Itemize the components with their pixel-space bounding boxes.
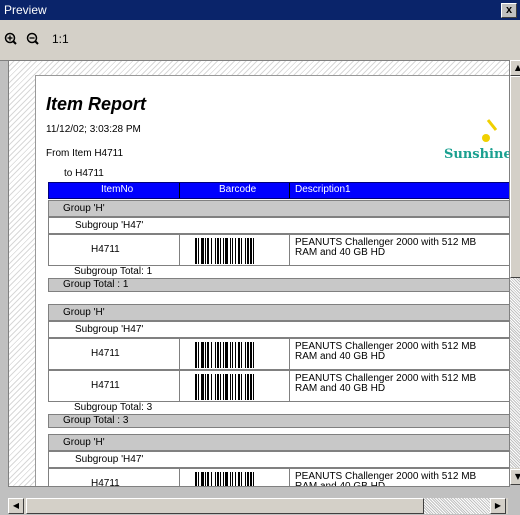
- horizontal-scroll-track[interactable]: [424, 498, 490, 514]
- window-title: Preview: [4, 3, 47, 17]
- vertical-scroll-thumb[interactable]: [510, 76, 520, 278]
- report-page: Item Report 11/12/02; 3:03:28 PM From It…: [35, 75, 510, 487]
- horizontal-scrollbar[interactable]: ◀ ▶: [8, 498, 508, 514]
- scroll-right-button[interactable]: ▶: [490, 498, 506, 514]
- barcode-image: [195, 374, 254, 400]
- barcode-image: [195, 472, 254, 486]
- barcode-image: [195, 342, 254, 368]
- table-row: H4711 PEANUTS Challenger 2000 with 512 M…: [48, 370, 509, 402]
- toolbar: 1:1: [0, 20, 520, 61]
- sunshine-logo: Sunshine: [444, 119, 510, 162]
- report-from: From Item H4711: [46, 148, 124, 159]
- item-description: PEANUTS Challenger 2000 with 512 MB RAM a…: [295, 471, 477, 487]
- item-description: PEANUTS Challenger 2000 with 512 MB RAM a…: [295, 373, 477, 394]
- vertical-scrollbar[interactable]: ▲ ▼: [510, 60, 520, 485]
- table-row: H4711 PEANUTS Challenger 2000 with 512 M…: [48, 234, 509, 266]
- report-title: Item Report: [46, 94, 147, 114]
- subgroup-total-row: Subgroup Total: 3: [48, 402, 509, 414]
- table-row: H4711 PEANUTS Challenger 2000 with 512 M…: [48, 468, 509, 487]
- scroll-down-button[interactable]: ▼: [510, 469, 520, 485]
- column-header-barcode: Barcode: [219, 184, 257, 195]
- preview-viewport[interactable]: Item Report 11/12/02; 3:03:28 PM From It…: [8, 60, 510, 487]
- report-date: 11/12/02; 3:03:28 PM: [46, 124, 141, 135]
- group-total-row: Group Total : 1: [48, 278, 509, 292]
- barcode-image: [195, 238, 254, 264]
- horizontal-scroll-thumb[interactable]: [26, 498, 424, 514]
- zoom-out-button[interactable]: [26, 32, 46, 50]
- scroll-up-button[interactable]: ▲: [510, 60, 520, 76]
- table-row: H4711 PEANUTS Challenger 2000 with 512 M…: [48, 338, 509, 370]
- zoom-in-icon: [4, 32, 17, 45]
- group-row: Group 'H': [48, 434, 509, 451]
- title-bar: Preview x: [0, 0, 520, 20]
- close-button[interactable]: x: [501, 3, 517, 18]
- table-header: ItemNo Barcode Description1: [48, 182, 509, 199]
- subgroup-row: Subgroup 'H47': [48, 217, 509, 234]
- column-header-description: Description1: [295, 184, 351, 195]
- zoom-out-icon: [26, 32, 39, 45]
- group-row: Group 'H': [48, 304, 509, 321]
- subgroup-total-row: Subgroup Total: 1: [48, 266, 509, 278]
- scroll-left-button[interactable]: ◀: [8, 498, 24, 514]
- logo-text: Sunshine: [444, 147, 510, 162]
- column-header-itemno: ItemNo: [101, 184, 134, 195]
- report-to: to H4711: [64, 168, 104, 179]
- subgroup-row: Subgroup 'H47': [48, 321, 509, 338]
- subgroup-row: Subgroup 'H47': [48, 451, 509, 468]
- group-total-row: Group Total : 3: [48, 414, 509, 428]
- actual-size-button[interactable]: 1:1: [52, 32, 69, 50]
- item-description: PEANUTS Challenger 2000 with 512 MB RAM a…: [295, 341, 477, 362]
- zoom-in-button[interactable]: [4, 32, 24, 50]
- group-row: Group 'H': [48, 200, 509, 217]
- item-description: PEANUTS Challenger 2000 with 512 MB RAM a…: [295, 237, 477, 258]
- vertical-scroll-track[interactable]: [510, 278, 520, 468]
